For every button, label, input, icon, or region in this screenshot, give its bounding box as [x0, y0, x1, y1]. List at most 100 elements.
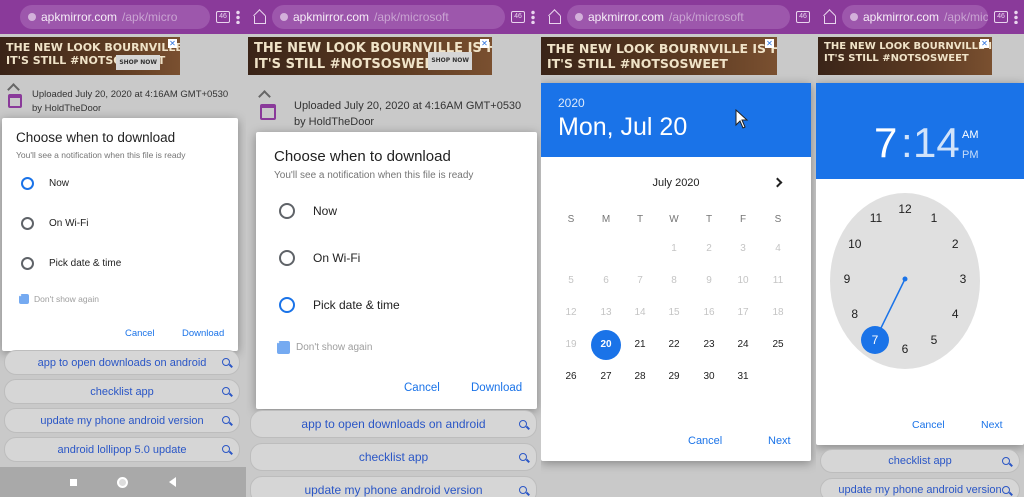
- dont-show-checkbox[interactable]: [277, 341, 290, 354]
- radio-now[interactable]: [21, 177, 34, 190]
- clock-hour-number[interactable]: 3: [955, 272, 971, 286]
- home-icon[interactable]: [117, 476, 129, 488]
- radio-now[interactable]: [279, 203, 295, 219]
- back-icon[interactable]: [168, 477, 176, 487]
- banner-ad[interactable]: THE NEW LOOK BOURNVILLE IS HERE IT'S STI…: [248, 37, 492, 75]
- cancel-button[interactable]: Cancel: [688, 435, 722, 447]
- clock-hour-number[interactable]: 5: [926, 333, 942, 347]
- clock-hour-number[interactable]: 2: [947, 237, 963, 251]
- suggestion-chip[interactable]: android lollipop 5.0 update: [4, 437, 240, 462]
- calendar-day[interactable]: 24: [728, 339, 758, 350]
- calendar-day[interactable]: 26: [556, 371, 586, 382]
- selected-hour-marker[interactable]: 7: [868, 333, 882, 347]
- selected-minute[interactable]: 14: [913, 119, 960, 167]
- search-icon: [519, 453, 527, 461]
- selected-year[interactable]: 2020: [558, 96, 585, 110]
- dont-show-again-row[interactable]: Don't show again: [277, 341, 372, 354]
- home-icon[interactable]: [252, 10, 266, 24]
- address-bar[interactable]: apkmirror.com/apk/microsoft: [567, 5, 790, 29]
- ad-cta[interactable]: SHOP NOW: [428, 52, 472, 70]
- suggestion-chip[interactable]: update my phone android version: [820, 478, 1020, 497]
- option-wifi[interactable]: On Wi-Fi: [21, 217, 88, 230]
- suggestion-text: checklist app: [90, 385, 154, 398]
- calendar-day[interactable]: 23: [694, 339, 724, 350]
- month-label: July 2020: [652, 177, 700, 189]
- calendar-day[interactable]: 31: [728, 371, 758, 382]
- suggestion-chip[interactable]: app to open downloads on android: [250, 410, 537, 438]
- calendar-day: 2: [706, 243, 712, 254]
- calendar-day[interactable]: 20: [591, 339, 621, 350]
- weekday-label: S: [774, 214, 782, 225]
- overflow-menu-icon[interactable]: [1014, 10, 1018, 24]
- suggestion-chip[interactable]: checklist app: [4, 379, 240, 404]
- calendar-day[interactable]: 28: [625, 371, 655, 382]
- next-button[interactable]: Next: [981, 419, 1003, 431]
- dont-show-again-row[interactable]: Don't show again: [19, 294, 99, 304]
- recents-icon[interactable]: [70, 478, 78, 486]
- option-wifi[interactable]: On Wi-Fi: [279, 250, 360, 266]
- clock-hour-number[interactable]: 4: [947, 307, 963, 321]
- home-icon[interactable]: [547, 10, 561, 24]
- next-button[interactable]: Next: [768, 435, 791, 447]
- ad-close-icon[interactable]: ✕: [765, 39, 774, 48]
- address-bar[interactable]: apkmirror.com/apk/microsoft: [272, 5, 505, 29]
- radio-wifi[interactable]: [21, 217, 34, 230]
- ad-close-icon[interactable]: ✕: [980, 39, 989, 48]
- dont-show-checkbox[interactable]: [19, 294, 29, 304]
- am-toggle[interactable]: AM: [962, 129, 979, 141]
- cancel-button[interactable]: Cancel: [404, 382, 440, 394]
- clock-hour-number[interactable]: 9: [839, 272, 855, 286]
- clock-hour-number[interactable]: 12: [897, 202, 913, 216]
- calendar-day[interactable]: 21: [625, 339, 655, 350]
- clock-hour-number[interactable]: 10: [847, 237, 863, 251]
- calendar-day[interactable]: 30: [694, 371, 724, 382]
- ad-close-icon[interactable]: ✕: [480, 39, 489, 48]
- calendar-day[interactable]: 29: [659, 371, 689, 382]
- overflow-menu-icon[interactable]: [236, 10, 240, 24]
- option-now[interactable]: Now: [279, 203, 337, 219]
- radio-pick-date[interactable]: [279, 297, 295, 313]
- clock-hour-number[interactable]: 1: [926, 211, 942, 225]
- option-pick-date[interactable]: Pick date & time: [21, 257, 121, 270]
- cancel-button[interactable]: Cancel: [912, 419, 945, 431]
- suggestion-chip[interactable]: update my phone android version: [4, 408, 240, 433]
- cancel-button[interactable]: Cancel: [125, 328, 155, 339]
- banner-ad[interactable]: THE NEW LOOK BOURNVILLE IS HERE IT'S STI…: [541, 37, 777, 75]
- tab-count-icon[interactable]: 46: [796, 11, 810, 23]
- suggestion-chip[interactable]: update my phone android version: [250, 476, 537, 497]
- calendar-day[interactable]: 25: [763, 339, 793, 350]
- selected-hour[interactable]: 7: [874, 119, 897, 167]
- search-icon: [222, 358, 230, 366]
- suggestion-chip[interactable]: checklist app: [820, 449, 1020, 473]
- address-bar[interactable]: apkmirror.com/apk/micro: [842, 5, 988, 29]
- calendar-day[interactable]: 27: [591, 371, 621, 382]
- clock-hour-number[interactable]: 11: [868, 211, 884, 225]
- tab-count-icon[interactable]: 46: [994, 11, 1008, 23]
- dialog-title: Choose when to download: [274, 148, 451, 165]
- ad-close-icon[interactable]: ✕: [168, 39, 177, 48]
- ad-cta[interactable]: SHOP NOW: [116, 55, 160, 70]
- tab-count-icon[interactable]: 46: [216, 11, 230, 23]
- radio-pick-date[interactable]: [21, 257, 34, 270]
- suggestion-text: checklist app: [358, 450, 429, 464]
- suggestion-chip[interactable]: checklist app: [250, 443, 537, 471]
- home-icon[interactable]: [822, 10, 836, 24]
- download-button[interactable]: Download: [471, 382, 522, 394]
- clock-hour-number[interactable]: 8: [847, 307, 863, 321]
- suggestion-chip[interactable]: app to open downloads on android: [4, 350, 240, 375]
- radio-wifi[interactable]: [279, 250, 295, 266]
- option-pick-date[interactable]: Pick date & time: [279, 297, 400, 313]
- option-now[interactable]: Now: [21, 177, 69, 190]
- banner-ad[interactable]: THE NEW LOOK BOURNVILLE IS HERE IT'S STI…: [0, 37, 180, 75]
- download-button[interactable]: Download: [182, 328, 224, 339]
- pm-toggle[interactable]: PM: [962, 149, 979, 161]
- clock-hour-number[interactable]: 6: [897, 342, 913, 356]
- overflow-menu-icon[interactable]: [531, 10, 535, 24]
- address-bar[interactable]: apkmirror.com/apk/micro: [20, 5, 210, 29]
- collapse-chevron-icon[interactable]: [258, 90, 271, 103]
- calendar-day: 15: [668, 307, 680, 318]
- tab-count-icon[interactable]: 46: [511, 11, 525, 23]
- banner-ad[interactable]: THE NEW LOOK BOURNVILLE IS HERE IT'S STI…: [818, 37, 992, 75]
- ad-line-1: THE NEW LOOK BOURNVILLE IS HERE: [6, 41, 180, 54]
- calendar-day[interactable]: 22: [659, 339, 689, 350]
